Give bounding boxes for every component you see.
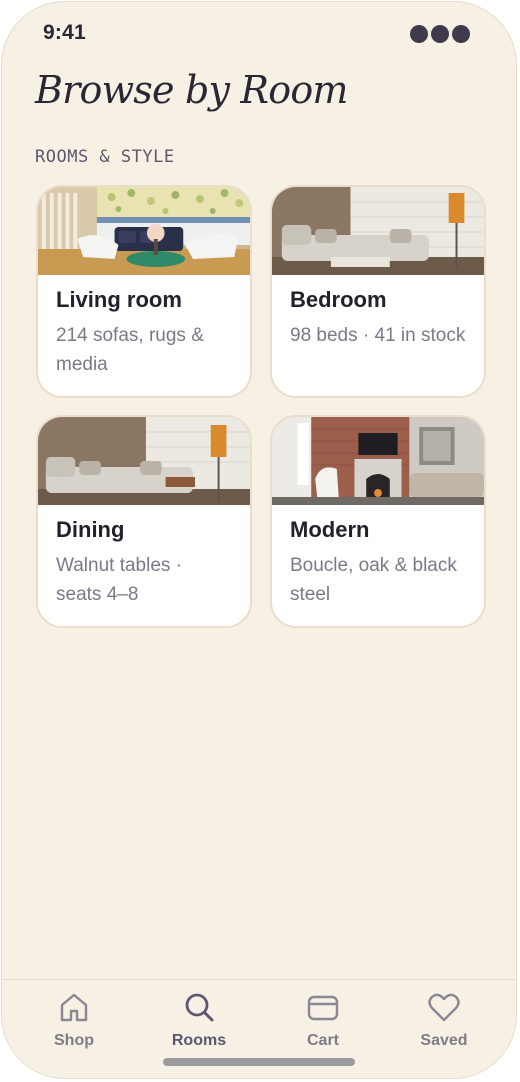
room-card-subtitle: Walnut tables · seats 4–8 [56,555,183,605]
wallet-icon [307,995,339,1021]
section-label: ROOMS & STYLE [35,147,175,167]
status-time: 9:41 [43,21,86,44]
room-grid: Living room 214 sofas, rugs & media Bedr… [36,185,488,628]
tab-shop[interactable]: Shop [24,990,124,1050]
room-card-title: Modern [290,517,370,542]
tab-rooms[interactable]: Rooms [149,990,249,1050]
room-card-title: Living room [56,287,182,312]
room-card-title: Bedroom [290,287,387,312]
tab-label: Rooms [171,1032,227,1049]
room-card-subtitle: 214 sofas, rugs & media [56,325,204,375]
tab-cart[interactable]: Cart [273,990,373,1050]
room-card-bedroom[interactable]: Bedroom 98 beds · 41 in stock [270,185,486,398]
room-card-dining[interactable]: Dining Walnut tables · seats 4–8 [36,415,252,628]
tab-label: Shop [54,1032,94,1049]
home-icon [60,993,88,1022]
bedroom-image [272,187,484,275]
status-indicator-icon [410,25,470,43]
tab-label: Cart [306,1032,339,1049]
room-card-subtitle: Boucle, oak & black steel [290,555,457,605]
page-title: Browse by Room [35,68,348,112]
home-indicator[interactable] [163,1058,355,1066]
dining-image [38,417,250,505]
search-icon [185,993,214,1022]
heart-icon [428,993,460,1022]
tab-saved[interactable]: Saved [394,990,494,1050]
modern-image [272,417,484,505]
room-card-modern[interactable]: Modern Boucle, oak & black steel [270,415,486,628]
living-room-image [38,187,250,275]
tab-label: Saved [420,1032,468,1049]
room-card-subtitle: 98 beds · 41 in stock [290,325,466,346]
phone-frame: 9:41 Browse by Room ROOMS & STYLE Living… [1,1,517,1079]
room-card-living-room[interactable]: Living room 214 sofas, rugs & media [36,185,252,398]
room-card-title: Dining [56,517,125,542]
